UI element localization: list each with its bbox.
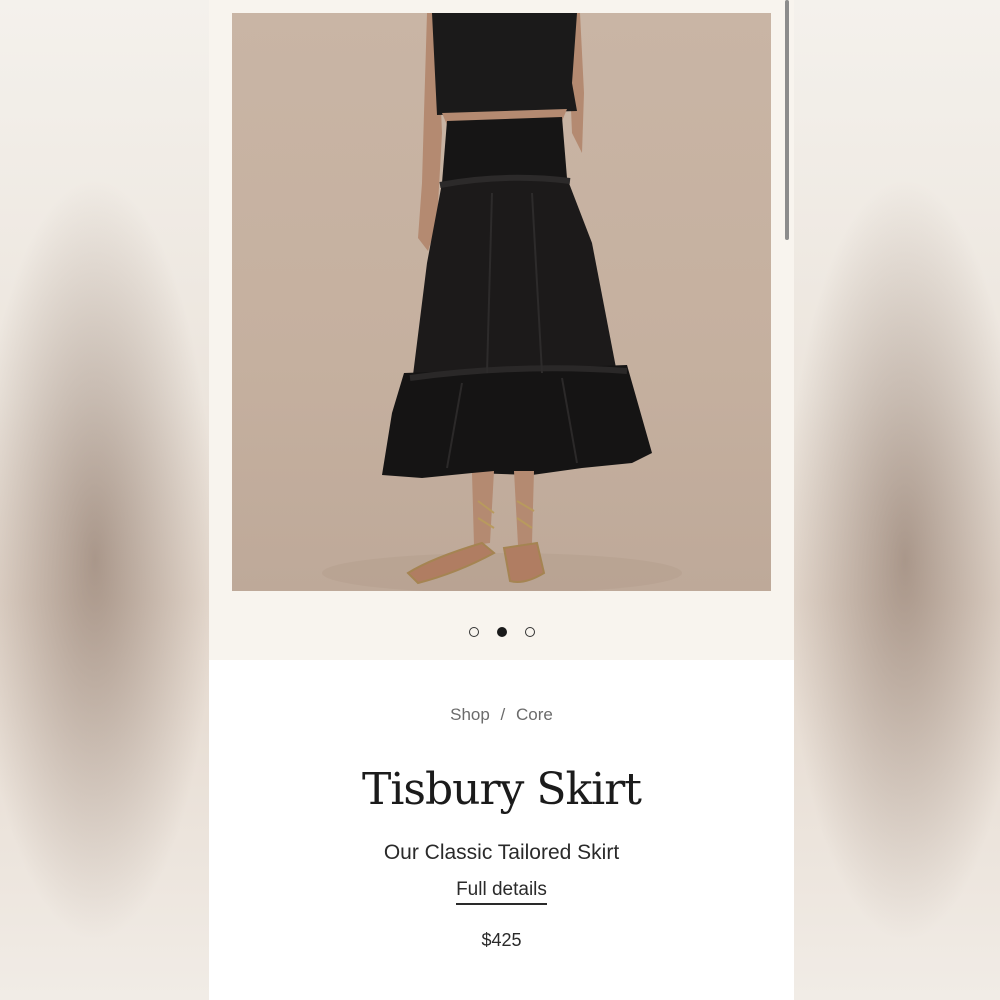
product-subtitle: Our Classic Tailored Skirt — [383, 841, 620, 864]
breadcrumb-separator: / — [500, 705, 506, 724]
full-details-link[interactable]: Full details — [456, 879, 547, 905]
product-price: $425 — [481, 930, 522, 950]
product-page: Shop / Core Tisbury Skirt Our Classic Ta… — [209, 0, 794, 1000]
gallery-dot-2[interactable] — [496, 627, 507, 637]
full-details-container: Full details — [209, 879, 794, 905]
product-title: Tisbury Skirt — [362, 764, 642, 815]
image-gallery[interactable] — [209, 0, 794, 660]
gallery-pagination — [209, 625, 794, 639]
gallery-dot-1[interactable] — [468, 627, 479, 637]
skirt-illustration — [322, 13, 682, 591]
breadcrumb-core-link[interactable]: Core — [516, 705, 553, 724]
breadcrumb-shop-link[interactable]: Shop — [450, 705, 490, 724]
scrollbar[interactable] — [785, 0, 789, 240]
breadcrumb: Shop / Core — [209, 705, 794, 725]
gallery-dot-3[interactable] — [524, 627, 535, 637]
product-photo[interactable] — [232, 13, 771, 591]
